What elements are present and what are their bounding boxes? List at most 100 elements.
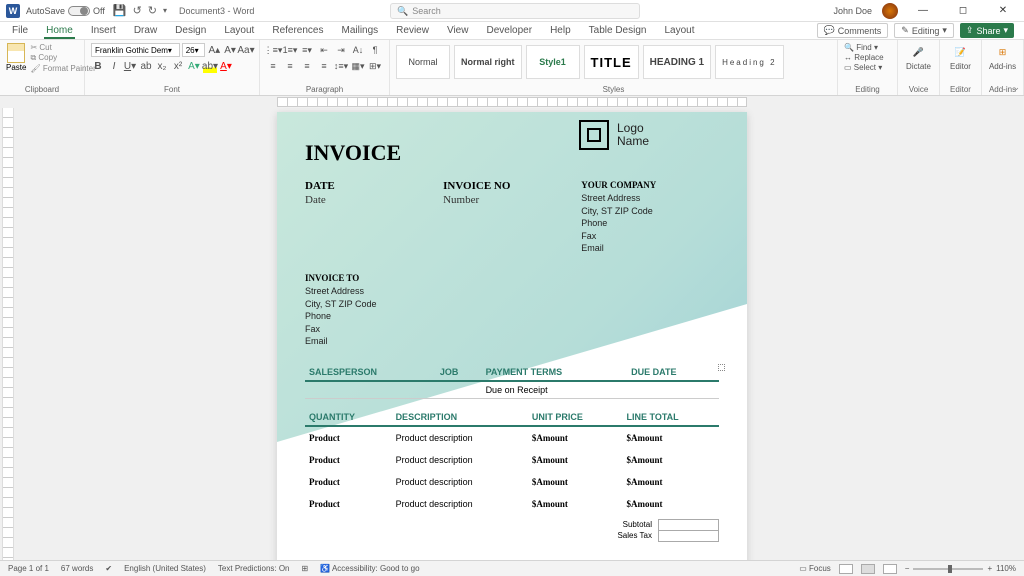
- qat-dropdown-icon[interactable]: ▾: [163, 6, 167, 15]
- accessibility-status[interactable]: ♿ Accessibility: Good to go: [320, 564, 419, 573]
- underline-icon[interactable]: U▾: [123, 59, 137, 73]
- minimize-button[interactable]: —: [908, 5, 938, 16]
- strike-icon[interactable]: ab: [139, 59, 153, 73]
- tab-design[interactable]: Design: [173, 23, 208, 38]
- print-layout-icon[interactable]: [861, 564, 875, 574]
- shrink-font-icon[interactable]: A▾: [223, 43, 237, 57]
- align-right-icon[interactable]: ≡: [300, 59, 314, 73]
- style-normal-right[interactable]: Normal right: [454, 45, 522, 79]
- tab-references[interactable]: References: [270, 23, 325, 38]
- tab-home[interactable]: Home: [44, 23, 75, 39]
- logo-icon[interactable]: [579, 120, 609, 150]
- web-layout-icon[interactable]: [883, 564, 897, 574]
- language-status[interactable]: English (United States): [124, 564, 206, 573]
- grow-font-icon[interactable]: A▴: [207, 43, 221, 57]
- tab-review[interactable]: Review: [394, 23, 431, 38]
- close-button[interactable]: ✕: [988, 5, 1018, 16]
- select-button[interactable]: ▭ Select ▾: [844, 63, 891, 72]
- tab-file[interactable]: File: [10, 23, 30, 38]
- borders-icon[interactable]: ⊞▾: [368, 59, 382, 73]
- logo-text[interactable]: LogoName: [617, 122, 649, 148]
- redo-icon[interactable]: ↻: [148, 4, 157, 17]
- shading-icon[interactable]: ▦▾: [351, 59, 365, 73]
- numbering-icon[interactable]: 1≡▾: [283, 43, 297, 57]
- spellcheck-icon[interactable]: ✔: [105, 564, 112, 573]
- user-name[interactable]: John Doe: [833, 6, 872, 16]
- date-label[interactable]: DATE: [305, 180, 423, 192]
- invoice-to-address[interactable]: Street AddressCity, ST ZIP CodePhoneFaxE…: [305, 285, 719, 348]
- decrease-indent-icon[interactable]: ⇤: [317, 43, 331, 57]
- bullets-icon[interactable]: ⋮≡▾: [266, 43, 280, 57]
- font-name-select[interactable]: Franklin Gothic Dem ▾: [91, 43, 180, 57]
- subscript-icon[interactable]: x₂: [155, 59, 169, 73]
- invoice-no-value[interactable]: Number: [443, 194, 561, 206]
- superscript-icon[interactable]: x²: [171, 59, 185, 73]
- line-spacing-icon[interactable]: ↕≡▾: [334, 59, 348, 73]
- invoice-title[interactable]: INVOICE: [305, 140, 559, 166]
- change-case-icon[interactable]: Aa▾: [239, 43, 253, 57]
- tab-draw[interactable]: Draw: [132, 23, 159, 38]
- tab-layout[interactable]: Layout: [222, 23, 256, 38]
- page-count[interactable]: Page 1 of 1: [8, 564, 49, 573]
- zoom-in-icon[interactable]: +: [987, 564, 992, 573]
- zoom-slider[interactable]: − + 110%: [905, 564, 1016, 573]
- vertical-ruler[interactable]: [2, 108, 14, 560]
- text-effects-icon[interactable]: A▾: [187, 59, 201, 73]
- your-company-label[interactable]: YOUR COMPANY: [581, 180, 719, 190]
- company-address[interactable]: Street AddressCity, ST ZIP CodePhoneFaxE…: [581, 192, 719, 255]
- multilevel-icon[interactable]: ≡▾: [300, 43, 314, 57]
- invoice-items-table[interactable]: QUANTITYDESCRIPTIONUNIT PRICELINE TOTAL …: [305, 409, 719, 515]
- table-row[interactable]: ProductProduct description$Amount$Amount: [305, 471, 719, 493]
- search-input[interactable]: 🔍 Search: [390, 3, 640, 19]
- style-heading-2[interactable]: Heading 2: [715, 45, 783, 79]
- table-row[interactable]: ProductProduct description$Amount$Amount: [305, 426, 719, 449]
- text-predictions[interactable]: Text Predictions: On: [218, 564, 290, 573]
- undo-icon[interactable]: ↺: [133, 4, 142, 17]
- find-button[interactable]: 🔍 Find ▾: [844, 43, 891, 52]
- invoice-to-label[interactable]: INVOICE TO: [305, 273, 719, 283]
- comments-button[interactable]: 💬 Comments: [817, 23, 889, 38]
- style-normal[interactable]: Normal: [396, 45, 450, 79]
- zoom-out-icon[interactable]: −: [905, 564, 910, 573]
- replace-button[interactable]: ↔ Replace: [844, 53, 891, 62]
- display-settings-icon[interactable]: ⊞: [302, 564, 309, 573]
- zoom-level[interactable]: 110%: [996, 564, 1016, 573]
- justify-icon[interactable]: ≡: [317, 59, 331, 73]
- date-value[interactable]: Date: [305, 194, 423, 206]
- totals[interactable]: Subtotal Sales Tax: [305, 519, 719, 542]
- tab-layout[interactable]: Layout: [662, 23, 696, 38]
- invoice-header-table[interactable]: SALESPERSONJOBPAYMENT TERMSDUE DATE Due …: [305, 364, 719, 399]
- collapse-ribbon-icon[interactable]: ⌄: [1012, 82, 1020, 93]
- align-left-icon[interactable]: ≡: [266, 59, 280, 73]
- dictate-button[interactable]: 🎤 Dictate: [904, 43, 933, 71]
- paste-button[interactable]: Paste: [6, 43, 26, 72]
- user-avatar[interactable]: [882, 3, 898, 19]
- tab-view[interactable]: View: [445, 23, 471, 38]
- editing-mode-button[interactable]: ✎ Editing ▾: [894, 23, 954, 38]
- addins-button[interactable]: ⊞ Add-ins: [988, 43, 1017, 71]
- focus-mode[interactable]: ▭ Focus: [799, 564, 831, 573]
- tab-table-design[interactable]: Table Design: [587, 23, 649, 38]
- horizontal-ruler[interactable]: [0, 96, 1024, 108]
- font-color-icon[interactable]: A▾: [219, 59, 233, 73]
- highlight-icon[interactable]: ab▾: [203, 59, 217, 73]
- increase-indent-icon[interactable]: ⇥: [334, 43, 348, 57]
- editor-button[interactable]: 📝 Editor: [946, 43, 975, 71]
- share-button[interactable]: ⇪ Share ▾: [960, 23, 1014, 38]
- word-count[interactable]: 67 words: [61, 564, 93, 573]
- show-marks-icon[interactable]: ¶: [368, 43, 382, 57]
- style-title[interactable]: TITLE: [584, 45, 639, 79]
- tab-developer[interactable]: Developer: [484, 23, 534, 38]
- invoice-no-label[interactable]: INVOICE NO: [443, 180, 561, 192]
- tab-insert[interactable]: Insert: [89, 23, 118, 38]
- sort-icon[interactable]: A↓: [351, 43, 365, 57]
- save-icon[interactable]: 💾: [113, 4, 127, 17]
- table-row[interactable]: ProductProduct description$Amount$Amount: [305, 449, 719, 471]
- tab-mailings[interactable]: Mailings: [339, 23, 380, 38]
- read-mode-icon[interactable]: [839, 564, 853, 574]
- align-center-icon[interactable]: ≡: [283, 59, 297, 73]
- table-row[interactable]: ProductProduct description$Amount$Amount: [305, 493, 719, 515]
- italic-icon[interactable]: I: [107, 59, 121, 73]
- style-heading-1[interactable]: HEADING 1: [643, 45, 711, 79]
- bold-icon[interactable]: B: [91, 59, 105, 73]
